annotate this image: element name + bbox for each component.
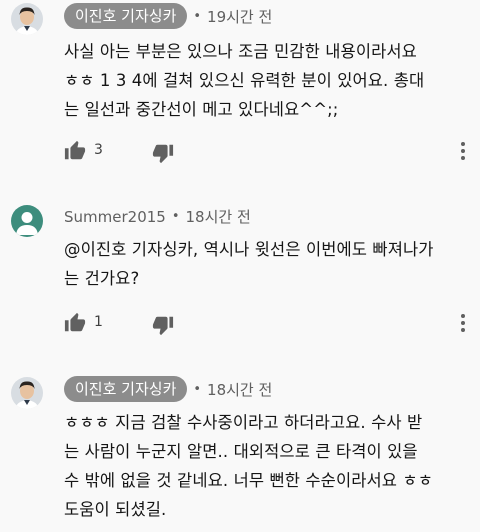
comment-text-line: 는 일선과 중간선이 메고 있다네요^^;; xyxy=(64,100,339,119)
reporter-avatar-icon xyxy=(11,377,43,409)
comment-time[interactable]: 18시간 전 xyxy=(207,379,272,400)
avatar[interactable] xyxy=(11,377,43,409)
thumbs-up-icon[interactable] xyxy=(64,140,86,162)
comment-text-line: 는 사람이 누군지 알면.. 대외적으로 큰 타격이 있을 xyxy=(64,442,418,461)
default-avatar-icon xyxy=(11,205,43,237)
comment-text: @이진호 기자싱카, 역시나 윗선은 이번에도 빠져나가 는 건가요? xyxy=(64,235,464,293)
author-name-badge[interactable]: 이진호 기자싱카 xyxy=(64,3,188,29)
avatar[interactable] xyxy=(11,205,43,237)
more-vert-icon[interactable] xyxy=(458,312,468,334)
comment-actions: 3 xyxy=(64,140,468,164)
comment-text-line: @이진호 기자싱카, 역시나 윗선은 이번에도 빠져나가 xyxy=(64,240,434,259)
comment-header: 이진호 기자싱카 • 19시간 전 xyxy=(64,3,272,29)
more-vert-icon[interactable] xyxy=(458,140,468,162)
comment-header: Summer2015 • 18시간 전 xyxy=(64,206,251,227)
comment-time[interactable]: 18시간 전 xyxy=(186,206,251,227)
comment-text: ㅎㅎㅎ 지금 검찰 수사중이라고 하더라고요. 수사 받 는 사람이 누군지 알… xyxy=(64,408,464,524)
author-name[interactable]: Summer2015 xyxy=(64,208,166,226)
comment-time[interactable]: 19시간 전 xyxy=(207,6,272,27)
thumbs-down-icon[interactable] xyxy=(152,314,174,336)
comment-text-line: 는 건가요? xyxy=(64,269,140,288)
author-name-badge[interactable]: 이진호 기자싱카 xyxy=(64,376,188,402)
thumbs-up-icon[interactable] xyxy=(64,312,86,334)
comment-text-line: 도움이 되셨길. xyxy=(64,500,167,519)
comment-text-line: 사실 아는 부분은 있으나 조금 민감한 내용이라서요 xyxy=(64,42,417,61)
comment-text-line: ㅎㅎ 1 3 4에 걸쳐 있으신 유력한 분이 있어요. 총대 xyxy=(64,71,425,90)
comment-text: 사실 아는 부분은 있으나 조금 민감한 내용이라서요 ㅎㅎ 1 3 4에 걸쳐… xyxy=(64,37,464,124)
comment-text-line: 수 밖에 없을 것 같네요. 너무 뻔한 수순이라서요 ㅎㅎ xyxy=(64,471,433,490)
separator-dot: • xyxy=(193,381,202,397)
separator-dot: • xyxy=(193,8,202,24)
like-count: 3 xyxy=(94,142,103,158)
separator-dot: • xyxy=(171,209,180,224)
comment-text-line: ㅎㅎㅎ 지금 검찰 수사중이라고 하더라고요. 수사 받 xyxy=(64,413,423,432)
reporter-avatar-icon xyxy=(11,3,43,35)
like-count: 1 xyxy=(94,314,103,330)
thumbs-down-icon[interactable] xyxy=(152,142,174,164)
avatar[interactable] xyxy=(11,3,43,35)
comment-actions: 1 xyxy=(64,312,468,336)
comment-header: 이진호 기자싱카 • 18시간 전 xyxy=(64,376,272,402)
